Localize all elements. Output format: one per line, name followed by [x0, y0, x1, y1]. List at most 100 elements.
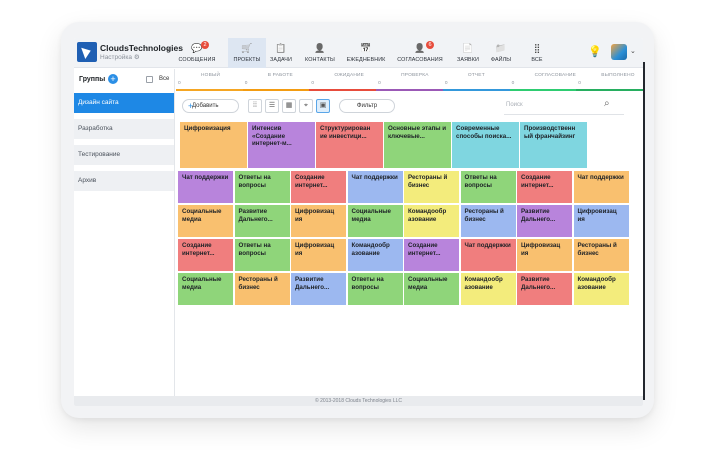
task-card[interactable]: Командообр азование — [404, 205, 459, 237]
task-card[interactable]: Ответы на вопросы — [460, 171, 516, 203]
task-card[interactable]: Развитие Дальнего... — [517, 205, 572, 237]
nav-item-3[interactable]: 📋 ЗАДАЧИ — [266, 38, 296, 68]
task-card[interactable]: Цифровизац ия — [291, 205, 346, 237]
task-card[interactable]: Чат поддержки — [460, 239, 516, 271]
project-card[interactable]: Интенсив «Создание интернет-м... — [248, 122, 315, 168]
status-label[interactable]: ОЖИДАНИЕ — [334, 73, 364, 78]
task-card[interactable]: Социальные медиа — [347, 205, 403, 237]
nav-item-9[interactable]: ⣿ ВСЕ — [520, 38, 554, 68]
task-card-title: Цифровизац ия — [295, 208, 335, 223]
sidebar-group-item[interactable]: Дизайн сайта — [74, 93, 174, 113]
status-label[interactable]: НОВЫЙ — [201, 73, 220, 78]
status-label[interactable]: СОГЛАСОВАНИЕ — [535, 73, 577, 78]
task-card[interactable]: Развитие Дальнего... — [234, 205, 290, 237]
task-card[interactable]: Командообр азование — [573, 273, 629, 305]
sidebar-group-item[interactable]: Архив — [74, 171, 174, 191]
footer-copyright: © 2013-2018 Clouds Technologies LLC — [74, 396, 643, 406]
project-card[interactable]: Основные этапы и ключевые... — [384, 122, 451, 168]
status-label[interactable]: ПРОВЕРКА — [401, 73, 428, 78]
sidebar: Группы + Все Дизайн сайта Разработка Тести… — [74, 69, 175, 396]
nav-item-1[interactable]: 💬 СООБЩЕНИЯ 2 — [178, 38, 216, 68]
nav-item-2[interactable]: 🛒 ПРОЕКТЫ — [228, 38, 266, 68]
status-label[interactable]: В РАБОТЕ — [268, 73, 293, 78]
card-view-icon[interactable]: ▣ — [316, 99, 330, 113]
settings-link[interactable]: Настройка ⚙ — [100, 53, 140, 61]
table-view-icon[interactable]: ▦ — [282, 99, 296, 113]
status-count: 0 — [578, 81, 581, 86]
status-color-bar — [242, 89, 310, 91]
chevron-down-icon[interactable]: ⌄ — [165, 44, 171, 52]
toolbar: + Добавить ⁞⁞ ☰ ▦ ⌖ ▣ Фильтр Поиск ⌕ — [176, 98, 643, 115]
status-label[interactable]: ВЫПОЛНЕНО — [601, 73, 634, 78]
task-card[interactable]: Чат поддержки — [573, 171, 629, 203]
task-card[interactable]: Социальные медиа — [178, 205, 233, 237]
task-card[interactable]: Цифровизац ия — [573, 205, 629, 237]
nav-item-7[interactable]: 📄 ЗАЯВКИ — [452, 38, 484, 68]
project-card[interactable]: Структурирован ие инвестици... — [316, 122, 383, 168]
task-card[interactable]: Создание интернет... — [404, 239, 459, 271]
add-group-button[interactable]: + — [108, 74, 118, 84]
nav-item-5[interactable]: 📅 ЕЖЕДНЕВНИК — [342, 38, 390, 68]
task-card-title: Командообр азование — [351, 242, 390, 257]
nav-item-8[interactable]: 📁 ФАЙЛЫ — [486, 38, 516, 68]
grid-icon: ⣿ — [533, 43, 541, 53]
add-button[interactable]: + Добавить — [182, 99, 239, 113]
status-label[interactable]: ОТЧЕТ — [468, 73, 485, 78]
task-card[interactable]: Командообр азование — [460, 273, 516, 305]
notification-badge: 6 — [426, 41, 434, 49]
task-card-title: Рестораны й бизнес — [577, 242, 617, 257]
task-card[interactable]: Социальные медиа — [404, 273, 459, 305]
task-card[interactable]: Рестораны й бизнес — [460, 205, 516, 237]
nav-label: ФАЙЛЫ — [490, 57, 512, 63]
status-count: 0 — [178, 81, 181, 86]
task-card-title: Развитие Дальнего... — [295, 276, 330, 291]
chevron-down-icon[interactable]: ⌄ — [630, 47, 636, 55]
filter-button[interactable]: Фильтр — [339, 99, 395, 113]
folder-icon: 📁 — [495, 43, 507, 53]
task-card[interactable]: Ответы на вопросы — [234, 239, 290, 271]
notification-badge: 2 — [201, 41, 209, 49]
task-card[interactable]: Создание интернет... — [291, 171, 346, 203]
map-pin-icon[interactable]: ⌖ — [299, 99, 313, 113]
task-card[interactable]: Развитие Дальнего... — [517, 273, 572, 305]
task-card[interactable]: Командообр азование — [347, 239, 403, 271]
task-card[interactable]: Цифровизац ия — [517, 239, 572, 271]
task-card[interactable]: Создание интернет... — [178, 239, 233, 271]
avatar[interactable] — [611, 44, 627, 60]
person-icon: 👤 — [314, 43, 326, 53]
status-pipeline: НОВЫЙ 0 В РАБОТЕ 0 ОЖИДАНИЕ 0 ПРОВЕРКА 0 ОТЧЕТ 0 С… — [176, 69, 643, 91]
task-card-title: Ответы на вопросы — [464, 174, 497, 189]
search-input[interactable]: Поиск — [506, 102, 523, 108]
task-card[interactable]: Ответы на вопросы — [234, 171, 290, 203]
sidebar-group-item[interactable]: Разработка — [74, 119, 174, 139]
task-card[interactable]: Рестораны й бизнес — [573, 239, 629, 271]
list-view-icon[interactable]: ☰ — [265, 99, 279, 113]
select-all-checkbox[interactable] — [146, 76, 153, 83]
settings-label: Настройка — [100, 54, 132, 61]
task-card-title: Создание интернет... — [408, 242, 441, 257]
project-card[interactable]: Производственн ый франчайзинг — [520, 122, 587, 168]
search-icon[interactable]: ⌕ — [604, 98, 610, 109]
bulb-icon[interactable]: 💡 — [588, 45, 602, 58]
project-card[interactable]: Современные способы поиска... — [452, 122, 519, 168]
task-card-title: Чат поддержки — [182, 174, 229, 181]
task-card[interactable]: Создание интернет... — [517, 171, 572, 203]
status-count: 0 — [311, 81, 315, 86]
task-card[interactable]: Социальные медиа — [178, 273, 233, 305]
task-card[interactable]: Развитие Дальнего... — [291, 273, 346, 305]
task-card-title: Цифровизац ия — [521, 242, 561, 257]
task-card[interactable]: Чат поддержки — [178, 171, 233, 203]
task-card[interactable]: Рестораны й бизнес — [404, 171, 459, 203]
task-card-title: Создание интернет... — [182, 242, 215, 257]
cart-icon: 🛒 — [241, 43, 253, 53]
task-card-title: Развитие Дальнего... — [521, 208, 556, 223]
nav-item-4[interactable]: 👤 КОНТАКТЫ — [300, 38, 340, 68]
nav-item-6[interactable]: 👤 СОГЛАСОВАНИЯ 6 — [392, 38, 448, 68]
task-card[interactable]: Ответы на вопросы — [347, 273, 403, 305]
task-card[interactable]: Цифровизац ия — [291, 239, 346, 271]
board-view-icon[interactable]: ⁞⁞ — [248, 99, 262, 113]
task-card[interactable]: Рестораны й бизнес — [234, 273, 290, 305]
project-card[interactable]: Цифровизация — [180, 122, 247, 168]
task-card[interactable]: Чат поддержки — [347, 171, 403, 203]
sidebar-group-item[interactable]: Тестирование — [74, 145, 174, 165]
